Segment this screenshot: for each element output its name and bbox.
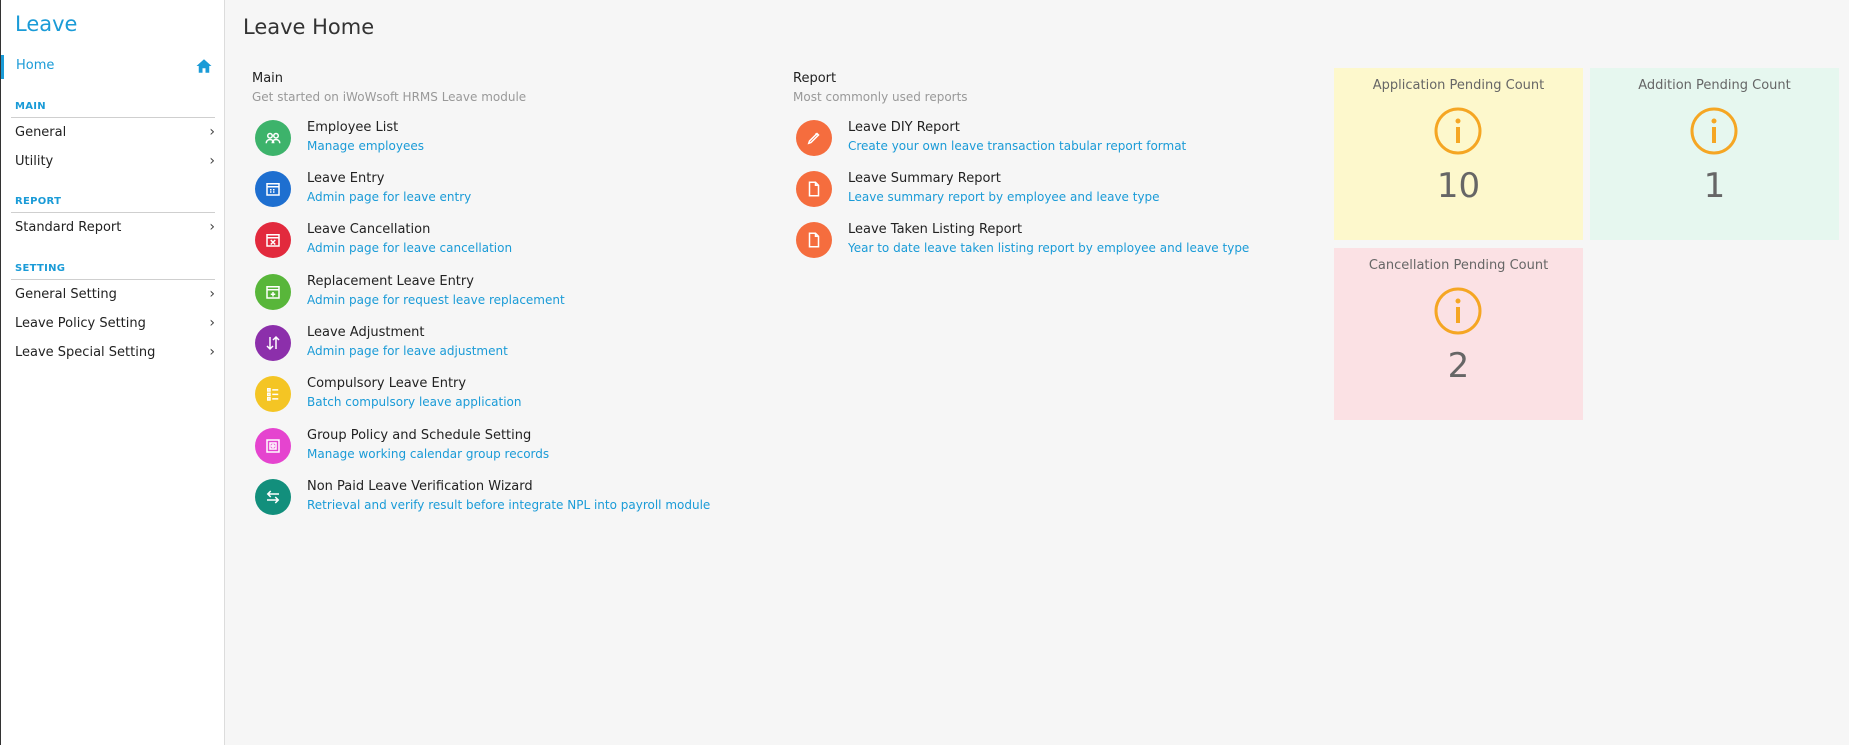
entry-description[interactable]: Create your own leave transaction tabula… bbox=[848, 139, 1186, 153]
section-header-setting: SETTING bbox=[15, 263, 66, 274]
entry-description[interactable]: Batch compulsory leave application bbox=[307, 395, 522, 409]
home-icon bbox=[196, 59, 212, 73]
sidebar-item-leave-special-setting[interactable]: Leave Special Setting › bbox=[15, 343, 215, 365]
swap-vertical-icon bbox=[255, 325, 291, 361]
people-icon bbox=[255, 120, 291, 156]
card-value: 10 bbox=[1436, 166, 1481, 206]
entry-title: Compulsory Leave Entry bbox=[307, 376, 467, 391]
info-icon bbox=[1434, 107, 1482, 155]
sidebar-item-leave-policy-setting[interactable]: Leave Policy Setting › bbox=[15, 314, 215, 336]
sidebar-item-label: General Setting bbox=[15, 287, 117, 302]
chevron-right-icon: › bbox=[209, 344, 215, 360]
entry-description[interactable]: Retrieval and verify result before integ… bbox=[307, 498, 710, 512]
sidebar-item-label: Utility bbox=[15, 154, 54, 169]
divider bbox=[11, 212, 215, 213]
chevron-right-icon: › bbox=[209, 286, 215, 302]
entry-description[interactable]: Admin page for leave cancellation bbox=[307, 241, 512, 255]
calendar-add-icon bbox=[255, 274, 291, 310]
sidebar-item-general-setting[interactable]: General Setting › bbox=[15, 285, 215, 307]
entry-description[interactable]: Manage working calendar group records bbox=[307, 447, 549, 461]
entry-description[interactable]: Admin page for leave entry bbox=[307, 190, 471, 204]
report-group-subtitle: Most commonly used reports bbox=[793, 90, 968, 104]
entry-title: Replacement Leave Entry bbox=[307, 274, 474, 289]
cancellation-pending-card[interactable]: Cancellation Pending Count 2 bbox=[1334, 248, 1583, 420]
report-group-title: Report bbox=[793, 71, 837, 86]
card-title: Cancellation Pending Count bbox=[1368, 258, 1549, 273]
list-icon bbox=[255, 376, 291, 412]
entry-title: Leave DIY Report bbox=[848, 120, 960, 135]
document-icon bbox=[796, 171, 832, 207]
entry-description[interactable]: Admin page for request leave replacement bbox=[307, 293, 565, 307]
chevron-right-icon: › bbox=[209, 219, 215, 235]
chevron-right-icon: › bbox=[209, 315, 215, 331]
entry-title: Leave Adjustment bbox=[307, 325, 425, 340]
chevron-right-icon: › bbox=[209, 124, 215, 140]
main-group-subtitle: Get started on iWoWsoft HRMS Leave modul… bbox=[252, 90, 527, 104]
sidebar-item-home[interactable]: Home bbox=[1, 55, 225, 79]
section-header-main: MAIN bbox=[15, 101, 46, 112]
card-title: Addition Pending Count bbox=[1638, 78, 1791, 93]
entry-description[interactable]: Admin page for leave adjustment bbox=[307, 344, 508, 358]
entry-title: Employee List bbox=[307, 120, 399, 135]
card-title: Application Pending Count bbox=[1372, 78, 1545, 93]
sidebar-item-general[interactable]: General › bbox=[15, 123, 215, 145]
transfer-icon bbox=[255, 479, 291, 515]
entry-title: Group Policy and Schedule Setting bbox=[307, 428, 532, 443]
sidebar-item-label: General bbox=[15, 125, 67, 140]
entry-title: Non Paid Leave Verification Wizard bbox=[307, 479, 533, 494]
divider bbox=[11, 117, 215, 118]
sidebar-item-standard-report[interactable]: Standard Report › bbox=[15, 218, 215, 240]
schedule-icon bbox=[255, 428, 291, 464]
entry-title: Leave Cancellation bbox=[307, 222, 431, 237]
pen-icon bbox=[796, 120, 832, 156]
entry-title: Leave Summary Report bbox=[848, 171, 1001, 186]
document-icon bbox=[796, 222, 832, 258]
page-title: Leave Home bbox=[243, 15, 375, 39]
section-header-report: REPORT bbox=[15, 196, 62, 207]
divider bbox=[11, 279, 215, 280]
info-icon bbox=[1690, 107, 1738, 155]
card-value: 2 bbox=[1447, 346, 1470, 386]
application-pending-card[interactable]: Application Pending Count 10 bbox=[1334, 68, 1583, 240]
sidebar-item-label: Standard Report bbox=[15, 220, 122, 235]
calendar-cancel-icon bbox=[255, 222, 291, 258]
info-icon bbox=[1434, 287, 1482, 335]
sidebar-item-label: Leave Policy Setting bbox=[15, 316, 146, 331]
entry-title: Leave Entry bbox=[307, 171, 385, 186]
card-value: 1 bbox=[1703, 166, 1726, 206]
chevron-right-icon: › bbox=[209, 153, 215, 169]
app-title: Leave bbox=[15, 12, 78, 36]
sidebar-item-label: Leave Special Setting bbox=[15, 345, 156, 360]
calendar-icon bbox=[255, 171, 291, 207]
sidebar-item-label: Home bbox=[16, 58, 55, 73]
entry-description[interactable]: Manage employees bbox=[307, 139, 424, 153]
entry-title: Leave Taken Listing Report bbox=[848, 222, 1023, 237]
addition-pending-card[interactable]: Addition Pending Count 1 bbox=[1590, 68, 1839, 240]
sidebar-item-utility[interactable]: Utility › bbox=[15, 152, 215, 174]
main-group-title: Main bbox=[252, 71, 284, 86]
sidebar: Leave Home MAIN General › Utility › REPO… bbox=[0, 0, 225, 745]
entry-description[interactable]: Year to date leave taken listing report … bbox=[848, 241, 1249, 255]
entry-description[interactable]: Leave summary report by employee and lea… bbox=[848, 190, 1160, 204]
